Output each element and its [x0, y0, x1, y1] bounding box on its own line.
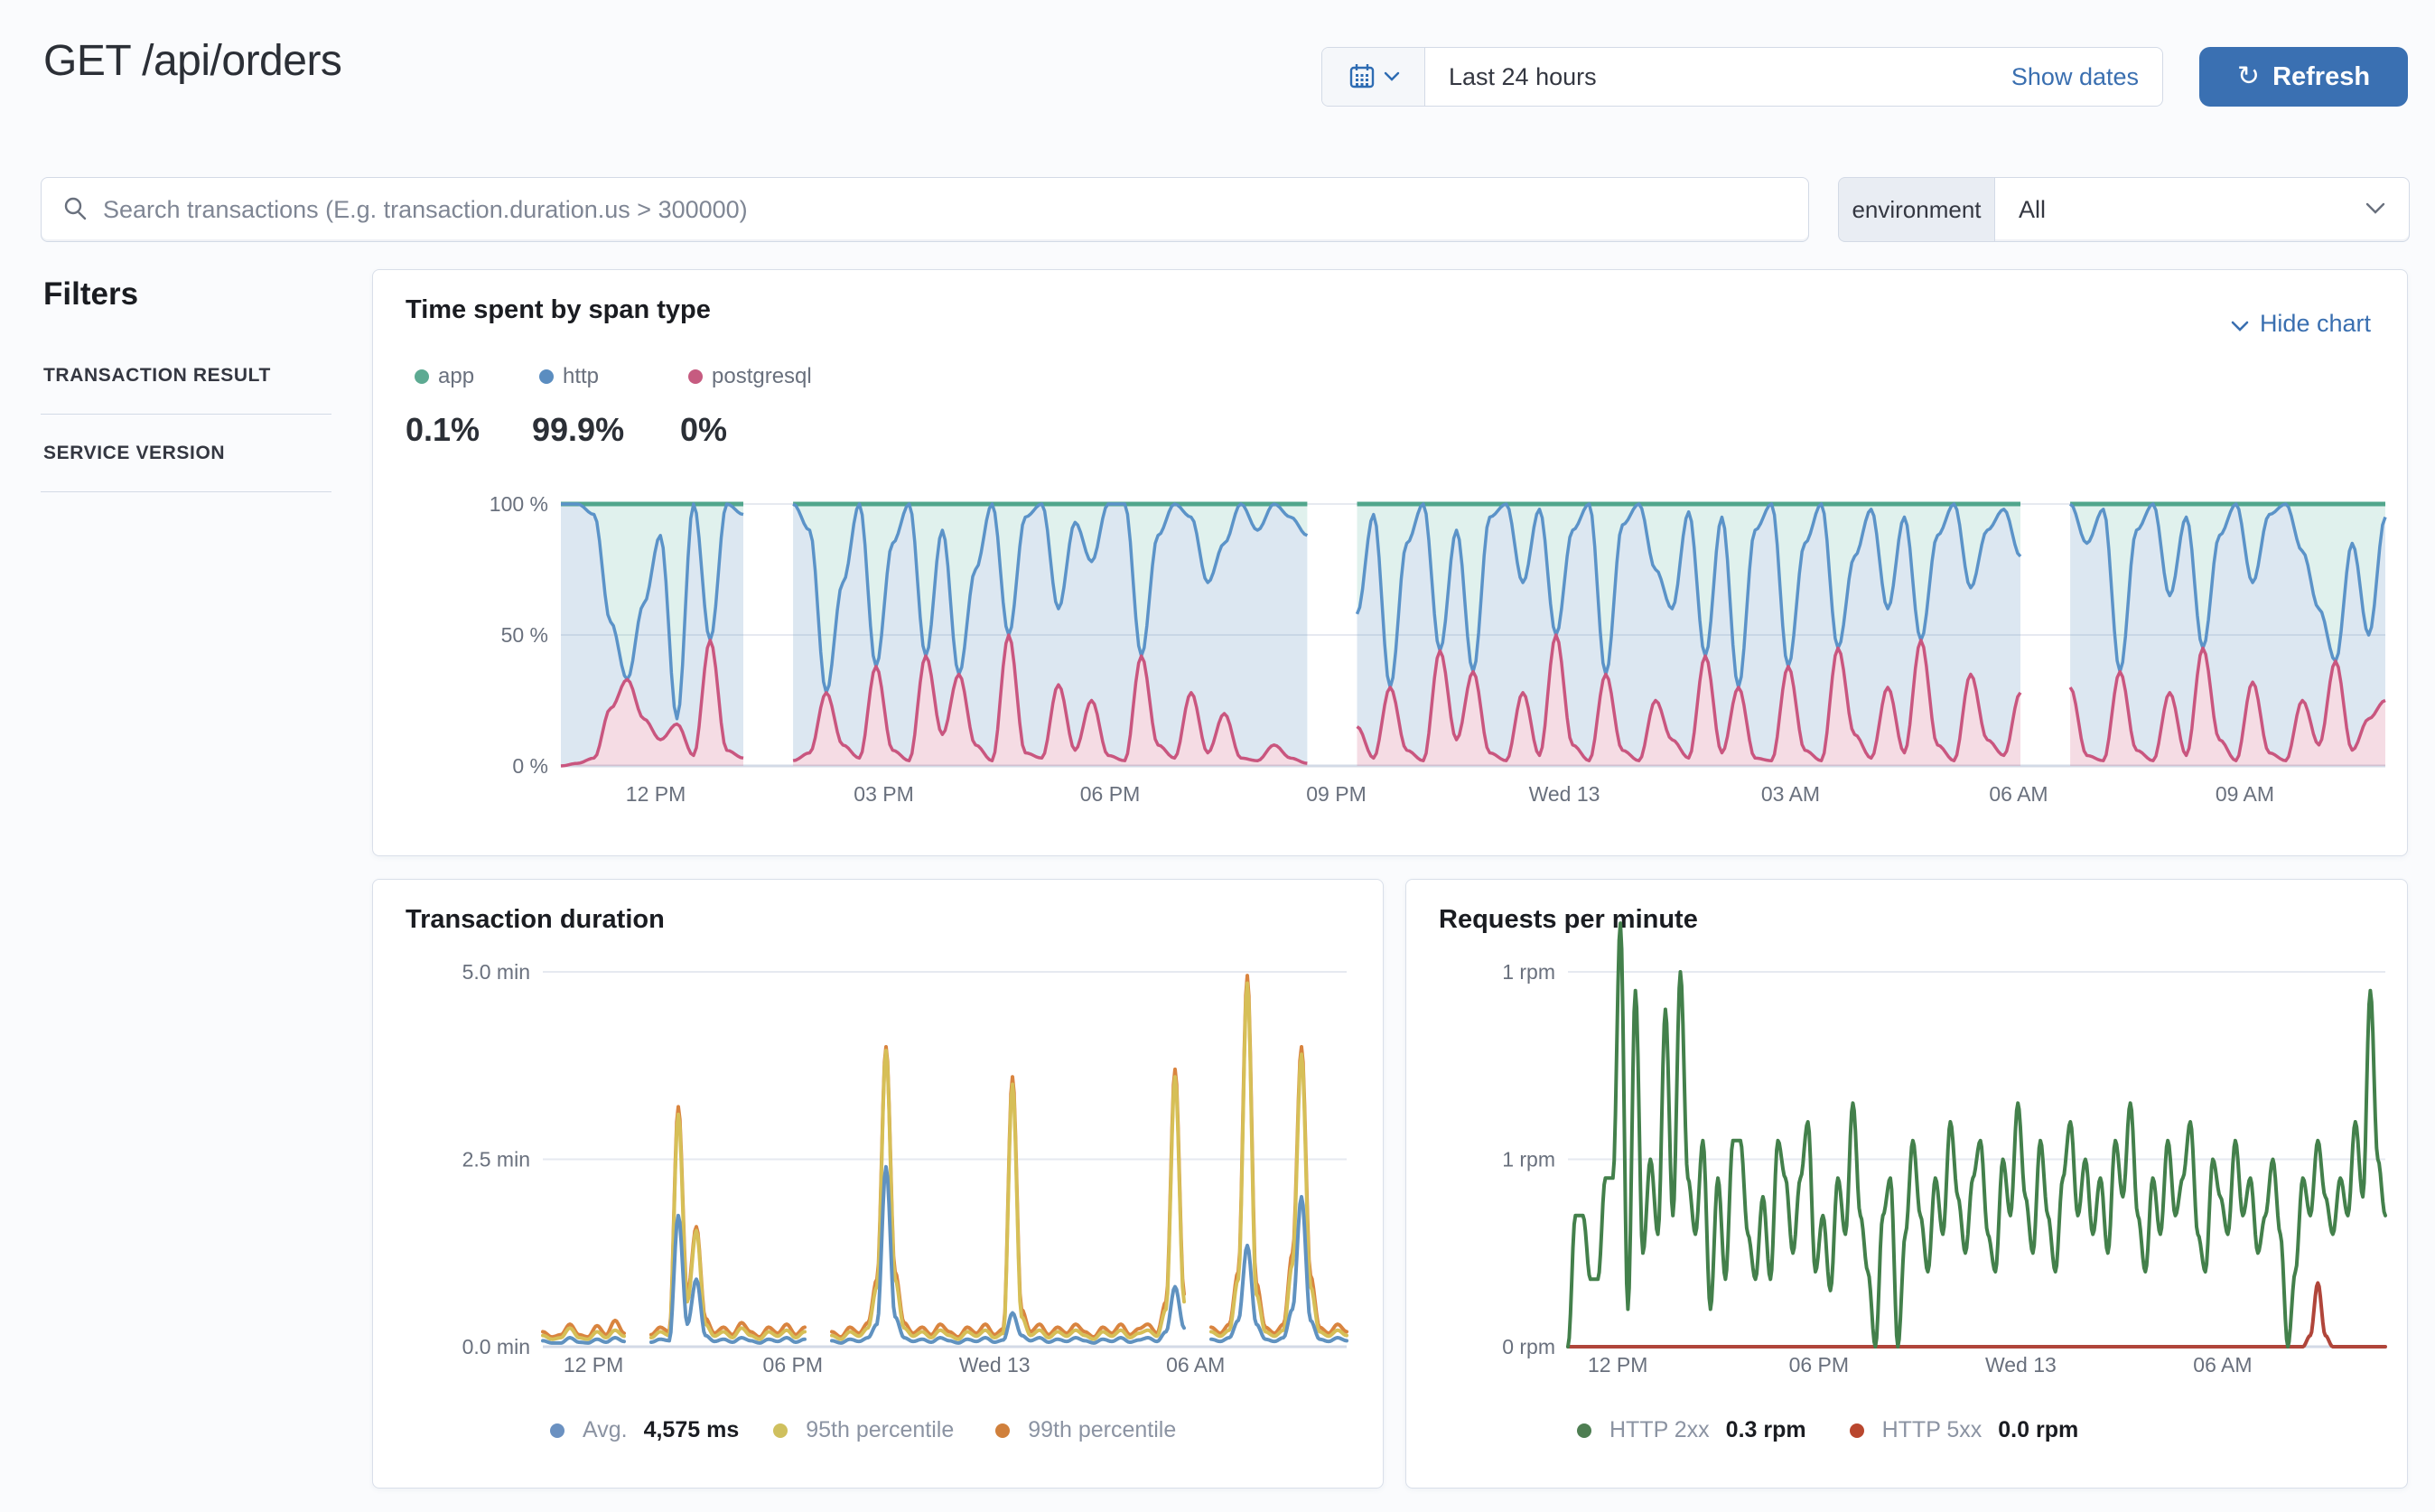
legend-dot-postgresql	[688, 369, 703, 384]
legend-item-postgresql[interactable]: postgresql	[688, 364, 812, 389]
svg-text:06 PM: 06 PM	[763, 1353, 823, 1377]
svg-text:12 PM: 12 PM	[626, 782, 686, 806]
http-2xx-rate: 0.3 rpm	[1725, 1417, 1806, 1442]
calendar-icon	[1348, 61, 1376, 93]
legend-item-http-5xx[interactable]: HTTP 5xx 0.0 rpm	[1849, 1417, 2079, 1443]
svg-text:06 AM: 06 AM	[2193, 1353, 2252, 1377]
svg-text:06 AM: 06 AM	[1166, 1353, 1225, 1377]
divider	[41, 414, 331, 415]
chevron-down-icon	[1384, 70, 1400, 84]
legend-item-95th[interactable]: 95th percentile	[773, 1417, 961, 1443]
svg-text:06 PM: 06 PM	[1789, 1353, 1849, 1377]
legend-item-app[interactable]: app	[415, 364, 539, 389]
legend-label-http: http	[563, 364, 600, 388]
legend-item-http[interactable]: http	[539, 364, 688, 389]
legend-item-avg[interactable]: Avg. 4,575 ms	[550, 1417, 739, 1443]
divider	[41, 491, 331, 492]
svg-text:100 %: 100 %	[490, 492, 548, 516]
svg-text:12 PM: 12 PM	[1588, 1353, 1647, 1377]
svg-text:09 PM: 09 PM	[1306, 782, 1366, 806]
legend-label-postgresql: postgresql	[712, 364, 812, 388]
search-icon	[61, 194, 89, 226]
svg-text:09 AM: 09 AM	[2216, 782, 2274, 806]
legend-dot-http-5xx	[1849, 1423, 1864, 1438]
transaction-search-bar	[41, 177, 1809, 242]
filter-service-version[interactable]: SERVICE VERSION	[43, 443, 225, 464]
svg-text:12 PM: 12 PM	[564, 1353, 623, 1377]
rpm-legend: HTTP 2xx 0.3 rpm HTTP 5xx 0.0 rpm	[1577, 1417, 2078, 1443]
svg-text:0 %: 0 %	[512, 754, 548, 778]
hide-chart-button[interactable]: Hide chart	[2231, 310, 2371, 338]
chevron-down-icon	[2365, 201, 2385, 219]
chevron-down-icon	[2231, 310, 2249, 338]
hide-chart-label: Hide chart	[2259, 310, 2371, 337]
svg-text:0 rpm: 0 rpm	[1502, 1335, 1555, 1358]
svg-text:06 AM: 06 AM	[1989, 782, 2048, 806]
super-date-picker: Last 24 hours Show dates	[1321, 47, 2163, 107]
legend-dot-app	[415, 369, 429, 384]
span-type-chart[interactable]: 100 % 50 % 0 % 12 PM 03 PM 06 PM 09 PM Wed 13 03…	[373, 489, 2409, 814]
legend-dot-99th	[995, 1423, 1011, 1438]
refresh-button-label: Refresh	[2272, 61, 2371, 91]
filters-heading: Filters	[43, 276, 139, 312]
transaction-duration-chart[interactable]: 5.0 min 2.5 min 0.0 min 12 PM 06 PM Wed 13 06 …	[373, 895, 1385, 1392]
svg-text:5.0 min: 5.0 min	[462, 960, 530, 984]
svg-text:03 PM: 03 PM	[854, 782, 913, 806]
requests-per-minute-chart[interactable]: 1 rpm 1 rpm 0 rpm 12 PM 06 PM Wed 13 06 AM	[1406, 895, 2409, 1392]
page-title: GET /api/orders	[43, 37, 342, 85]
legend-label-95th: 95th percentile	[806, 1417, 955, 1442]
avg-duration-value: 4,575 ms	[643, 1417, 740, 1442]
refresh-button[interactable]: ↻ Refresh	[2199, 47, 2408, 107]
refresh-icon: ↻	[2236, 61, 2261, 92]
svg-text:Wed 13: Wed 13	[959, 1353, 1031, 1377]
svg-text:2.5 min: 2.5 min	[462, 1148, 530, 1171]
filter-transaction-result[interactable]: TRANSACTION RESULT	[43, 365, 271, 387]
svg-text:1 rpm: 1 rpm	[1502, 960, 1555, 984]
postgresql-percentage: 0%	[680, 411, 728, 448]
http-percentage: 99.9%	[532, 411, 625, 448]
date-quick-select-button[interactable]	[1322, 48, 1425, 106]
span-type-percentages: 0.1% 99.9% 0%	[406, 411, 727, 449]
svg-text:06 PM: 06 PM	[1080, 782, 1140, 806]
span-card-title: Time spent by span type	[406, 295, 711, 324]
environment-select[interactable]: All	[1994, 177, 2410, 242]
transaction-duration-card: Transaction duration 5.0 min 2.5 min 0.0 m…	[372, 879, 1384, 1489]
time-spent-by-span-type-card: Time spent by span type Hide chart app h…	[372, 269, 2408, 856]
span-type-legend: app http postgresql	[415, 364, 812, 389]
legend-dot-http	[539, 369, 554, 384]
svg-text:1 rpm: 1 rpm	[1502, 1148, 1555, 1171]
environment-filter-label: environment	[1838, 177, 1994, 242]
legend-label-app: app	[438, 364, 475, 388]
app-percentage: 0.1%	[406, 411, 480, 448]
http-5xx-rate: 0.0 rpm	[1998, 1417, 2079, 1442]
legend-label-http-5xx: HTTP 5xx	[1881, 1417, 1983, 1442]
svg-text:Wed 13: Wed 13	[1985, 1353, 2057, 1377]
show-dates-button[interactable]: Show dates	[2011, 63, 2162, 91]
date-range-value[interactable]: Last 24 hours	[1425, 63, 2011, 91]
svg-text:0.0 min: 0.0 min	[462, 1335, 530, 1358]
legend-item-99th[interactable]: 99th percentile	[995, 1417, 1183, 1443]
legend-dot-http-2xx	[1577, 1423, 1591, 1438]
legend-item-http-2xx[interactable]: HTTP 2xx 0.3 rpm	[1577, 1417, 1806, 1443]
duration-legend: Avg. 4,575 ms 95th percentile 99th perce…	[550, 1417, 1183, 1443]
requests-per-minute-card: Requests per minute 1 rpm 1 rpm 0 rpm 12 PM…	[1405, 879, 2408, 1489]
legend-label-http-2xx: HTTP 2xx	[1609, 1417, 1710, 1442]
svg-text:Wed 13: Wed 13	[1529, 782, 1600, 806]
legend-dot-95th	[773, 1423, 788, 1438]
svg-text:03 AM: 03 AM	[1761, 782, 1820, 806]
environment-selected-value: All	[2019, 195, 2047, 223]
search-transactions-input[interactable]	[103, 195, 1788, 224]
legend-label-avg: Avg.	[583, 1417, 628, 1442]
legend-label-99th: 99th percentile	[1028, 1417, 1177, 1442]
svg-text:50 %: 50 %	[501, 623, 548, 647]
legend-dot-avg	[550, 1423, 564, 1438]
